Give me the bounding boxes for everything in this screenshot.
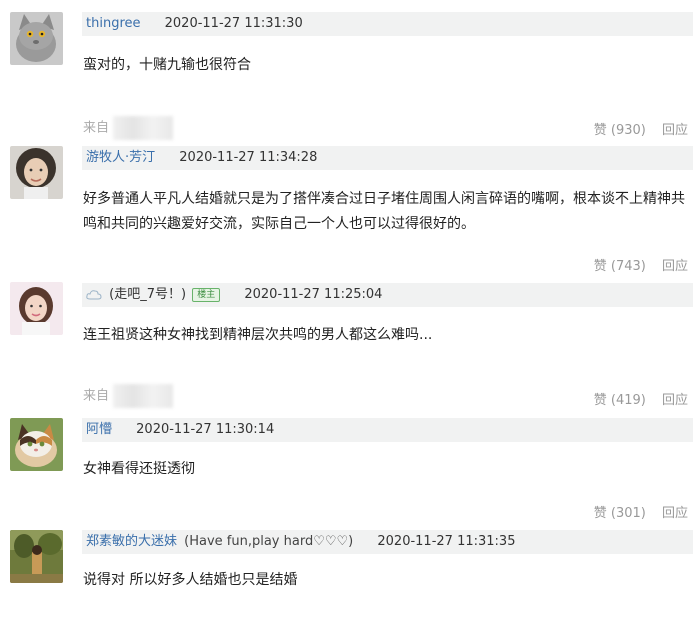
avatar-cat[interactable] [10, 12, 63, 65]
comment-time: 2020-11-27 11:31:30 [164, 16, 303, 31]
comment-text: 好多普通人平凡人结婚就只是为了搭伴凑合过日子堵住周围人闲言碎语的嘴啊，根本谈不上… [83, 191, 685, 232]
comment-actions: 赞 (930) 回应 [594, 119, 688, 138]
comment-text: 蛮对的，十赌九输也很符合 [83, 57, 251, 73]
comment-text: 说得对 所以好多人结婚也只是结婚 [83, 572, 298, 588]
comment-time: 2020-11-27 11:31:35 [377, 534, 516, 549]
username-link[interactable]: 阿懵 [86, 422, 112, 437]
comment-actions: 赞 (301) 回应 [594, 502, 688, 521]
username-link[interactable]: (走吧_7号！) [109, 287, 186, 302]
comment-header: 郑素敏的大迷妹 (Have fun,play hard♡♡♡) 2020-11-… [82, 530, 693, 554]
like-button[interactable]: 赞 (743) [594, 259, 646, 274]
username-link[interactable]: thingree [86, 16, 141, 31]
like-button[interactable]: 赞 (301) [594, 506, 646, 521]
avatar-portrait[interactable] [10, 282, 63, 335]
blurred-source [113, 384, 174, 408]
username-link[interactable]: 郑素敏的大迷妹 [86, 534, 177, 549]
reply-button[interactable]: 回应 [662, 506, 688, 521]
blurred-source [113, 116, 174, 140]
comment-time: 2020-11-27 11:25:04 [244, 287, 383, 302]
avatar-woman[interactable] [10, 146, 63, 199]
comment-header: 阿懵 2020-11-27 11:30:14 [82, 418, 693, 442]
source-label: 来自 [83, 384, 174, 408]
like-button[interactable]: 赞 (930) [594, 123, 646, 138]
like-button[interactable]: 赞 (419) [594, 393, 646, 408]
comment-header: thingree 2020-11-27 11:31:30 [82, 12, 693, 36]
avatar-kitten[interactable] [10, 418, 63, 471]
comment-text: 女神看得还挺透彻 [83, 461, 195, 477]
comment-time: 2020-11-27 11:34:28 [179, 150, 318, 165]
avatar-landscape[interactable] [10, 530, 63, 583]
reply-button[interactable]: 回应 [662, 393, 688, 408]
user-signature: (Have fun,play hard♡♡♡) [184, 534, 354, 549]
comment-header: 游牧人·芳汀 2020-11-27 11:34:28 [82, 146, 693, 170]
comment-text: 连王祖贤这种女神找到精神层次共鸣的男人都这么难吗... [83, 327, 433, 343]
comment-actions: 赞 (419) 回应 [594, 389, 688, 408]
source-label: 来自 [83, 116, 174, 140]
reply-button[interactable]: 回应 [662, 123, 688, 138]
comment-actions: 赞 (743) 回应 [594, 255, 688, 274]
comment-header: (走吧_7号！) 楼主 2020-11-27 11:25:04 [82, 283, 693, 307]
comment-time: 2020-11-27 11:30:14 [136, 422, 275, 437]
username-link[interactable]: 游牧人·芳汀 [86, 150, 155, 165]
cloud-icon [86, 290, 102, 300]
reply-button[interactable]: 回应 [662, 259, 688, 274]
op-badge: 楼主 [192, 288, 221, 302]
